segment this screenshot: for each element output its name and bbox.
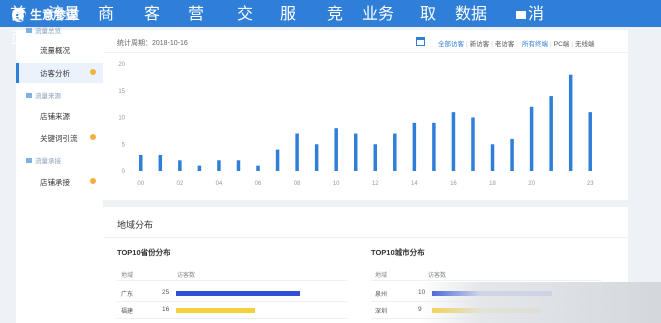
city-col-region: 地域 <box>375 273 388 279</box>
bar-hour-13[interactable] <box>393 133 397 171</box>
divider <box>117 318 347 319</box>
bar-hour-16[interactable] <box>451 112 456 171</box>
sidebar-item-store-source[interactable]: 店铺来源 <box>40 111 70 122</box>
sidebar-group-label: 流量承接 <box>35 158 61 165</box>
bar-hour-07[interactable] <box>275 149 280 171</box>
region-name: 广东 <box>121 292 134 298</box>
folder-icon <box>26 157 32 163</box>
nav-item-label: 流量 <box>48 6 81 23</box>
divider <box>117 301 347 302</box>
bar-hour-06[interactable] <box>256 165 260 171</box>
sidebar-group-label: 流量总览 <box>35 28 61 35</box>
sidebar-group-label: 流量来源 <box>35 93 61 100</box>
x-tick-label: 06 <box>255 181 262 187</box>
sidebar: 流量总览 流量概况 访客分析 流量来源 店铺来源 关键词引流 流量承接 店铺承接 <box>16 27 103 323</box>
blurred-overlay <box>420 282 661 323</box>
bar-hour-22[interactable] <box>568 74 573 171</box>
bar-hour-11[interactable] <box>353 133 358 171</box>
bar-hour-00[interactable] <box>139 154 143 171</box>
y-tick-label: 0 <box>122 169 126 175</box>
x-tick-label: 02 <box>177 181 184 187</box>
bar-hour-01[interactable] <box>158 154 163 171</box>
x-tick-label: 10 <box>333 181 340 187</box>
province-title: TOP10省份分布 <box>117 248 171 257</box>
sidebar-group-flow-overview: 流量总览 <box>26 25 61 35</box>
bar-hour-02[interactable] <box>178 160 182 171</box>
divider <box>117 280 347 281</box>
bar-hour-23[interactable] <box>588 112 592 171</box>
message-icon <box>516 10 526 19</box>
x-tick-label: 08 <box>294 181 301 187</box>
bar-hour-05[interactable] <box>236 160 241 171</box>
new-badge-dot <box>90 178 96 184</box>
new-badge-dot <box>90 69 96 75</box>
y-tick-label: 20 <box>118 62 125 68</box>
x-tick-label: 00 <box>137 181 144 187</box>
folder-icon <box>26 27 32 33</box>
sidebar-item-label: 访客分析 <box>40 69 70 78</box>
folder-icon <box>26 92 32 98</box>
bar-hour-03[interactable] <box>197 165 202 171</box>
region-name: 泉州 <box>375 292 388 298</box>
bar-hour-15[interactable] <box>432 122 436 171</box>
bar-hour-18[interactable] <box>490 144 495 171</box>
bar-hour-19[interactable] <box>510 138 514 171</box>
province-col-visitors: 访客数 <box>177 273 196 279</box>
region-bar <box>176 308 256 313</box>
bar-hour-21[interactable] <box>549 96 553 171</box>
city-col-visitors: 访客数 <box>428 273 447 279</box>
bar-hour-10[interactable] <box>334 128 338 171</box>
sidebar-group-flow-carry: 流量承接 <box>26 155 61 165</box>
bar-hour-14[interactable] <box>412 122 417 171</box>
x-tick-label: 12 <box>372 181 379 187</box>
sidebar-item-store-carry[interactable]: 店铺承接 <box>40 177 70 188</box>
region-bar <box>176 291 300 296</box>
region-visitor-count: 25 <box>162 289 170 296</box>
x-tick-label: 04 <box>216 181 223 187</box>
sidebar-item-flow-overview[interactable]: 流量概况 <box>40 45 70 56</box>
x-tick-label: 14 <box>411 181 418 187</box>
x-tick-label: 16 <box>450 181 457 187</box>
province-col-region: 地域 <box>121 273 134 279</box>
new-badge-dot <box>90 134 96 140</box>
bar-hour-04[interactable] <box>217 160 221 171</box>
divider <box>371 280 601 281</box>
hourly-visitor-chart: 0 5 10 15 20 00 02 04 06 08 10 12 14 16 18 20 23 <box>118 62 594 187</box>
region-name: 福建 <box>121 309 134 315</box>
sidebar-item-keyword-flow[interactable]: 关键词引流 <box>40 133 78 144</box>
bar-hour-20[interactable] <box>529 106 534 171</box>
city-title: TOP10城市分布 <box>371 248 425 257</box>
y-tick-label: 5 <box>122 142 126 148</box>
geo-title: 地域分布 <box>117 220 154 230</box>
x-tick-label: 20 <box>528 181 535 187</box>
nav-item-1[interactable]: 流量 <box>48 0 88 24</box>
x-tick-label: 18 <box>489 181 496 187</box>
bar-hour-17[interactable] <box>471 117 475 172</box>
region-visitor-count: 16 <box>162 306 170 313</box>
y-tick-label: 15 <box>118 89 125 95</box>
bar-hour-12[interactable] <box>373 144 378 171</box>
sidebar-group-flow-source: 流量来源 <box>26 90 61 100</box>
divider <box>103 237 628 238</box>
y-tick-label: 10 <box>118 116 125 122</box>
visitor-panel: 统计周期：2018-10-16 全部访客 | 新访客 | 老访客 所有终端 | PC端 | 无线… <box>103 30 628 200</box>
x-tick-label: 23 <box>587 181 594 187</box>
bar-hour-08[interactable] <box>295 133 299 171</box>
bar-hour-09[interactable] <box>314 144 319 171</box>
top-nav-bar: 生意参谋 首页流量商品客户营销交易服务竞争业务专区取数数据学院消息 <box>0 0 661 47</box>
region-name: 深圳 <box>375 309 388 315</box>
